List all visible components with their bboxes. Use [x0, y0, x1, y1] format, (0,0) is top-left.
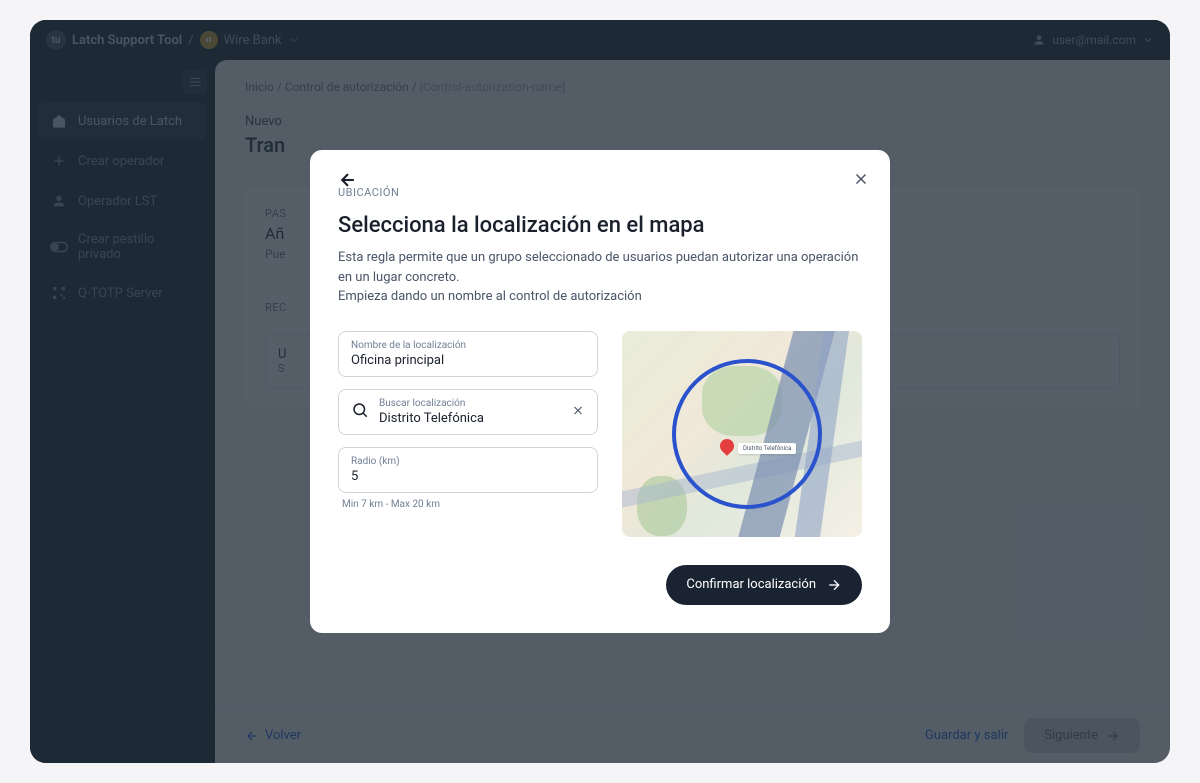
- modal-body: Nombre de la localización Oficina princi…: [338, 331, 862, 537]
- modal-overlay: UBICACIÓN Selecciona la localización en …: [30, 20, 1170, 763]
- input-value: Distrito Telefónica: [379, 411, 585, 426]
- map-pin-label: Distrito Telefónica: [738, 443, 796, 454]
- map-radius-circle: [672, 359, 822, 509]
- arrow-right-icon: [826, 577, 842, 593]
- map-preview[interactable]: Distrito Telefónica: [622, 331, 862, 537]
- close-icon: [571, 403, 585, 417]
- map-pin-icon: [720, 439, 734, 453]
- modal-close-button[interactable]: [852, 170, 870, 192]
- confirm-label: Confirmar localización: [686, 577, 816, 592]
- input-value: Oficina principal: [351, 353, 585, 368]
- modal-footer: Confirmar localización: [338, 565, 862, 605]
- radius-hint: Min 7 km - Max 20 km: [342, 499, 598, 510]
- close-icon: [852, 170, 870, 188]
- location-modal: UBICACIÓN Selecciona la localización en …: [310, 150, 890, 633]
- modal-title: Selecciona la localización en el mapa: [338, 213, 862, 238]
- input-value: 5: [351, 469, 585, 484]
- confirm-location-button[interactable]: Confirmar localización: [666, 565, 862, 605]
- location-name-input[interactable]: Nombre de la localización Oficina princi…: [338, 331, 598, 377]
- map-container[interactable]: Distrito Telefónica: [622, 331, 862, 537]
- modal-description: Esta regla permite que un grupo seleccio…: [338, 248, 862, 307]
- app-frame: tu Latch Support Tool / Wire Bank user@m…: [30, 20, 1170, 763]
- clear-search-button[interactable]: [571, 402, 585, 421]
- location-search-input[interactable]: Buscar localización Distrito Telefónica: [338, 389, 598, 435]
- modal-form: Nombre de la localización Oficina princi…: [338, 331, 598, 537]
- search-icon: [351, 401, 369, 423]
- input-label: Nombre de la localización: [351, 340, 585, 351]
- input-label: Radio (km): [351, 456, 585, 467]
- input-label: Buscar localización: [379, 398, 585, 409]
- modal-section-label: UBICACIÓN: [338, 186, 862, 199]
- arrow-left-icon: [338, 170, 358, 190]
- modal-back-button[interactable]: [338, 170, 358, 194]
- radius-input[interactable]: Radio (km) 5: [338, 447, 598, 493]
